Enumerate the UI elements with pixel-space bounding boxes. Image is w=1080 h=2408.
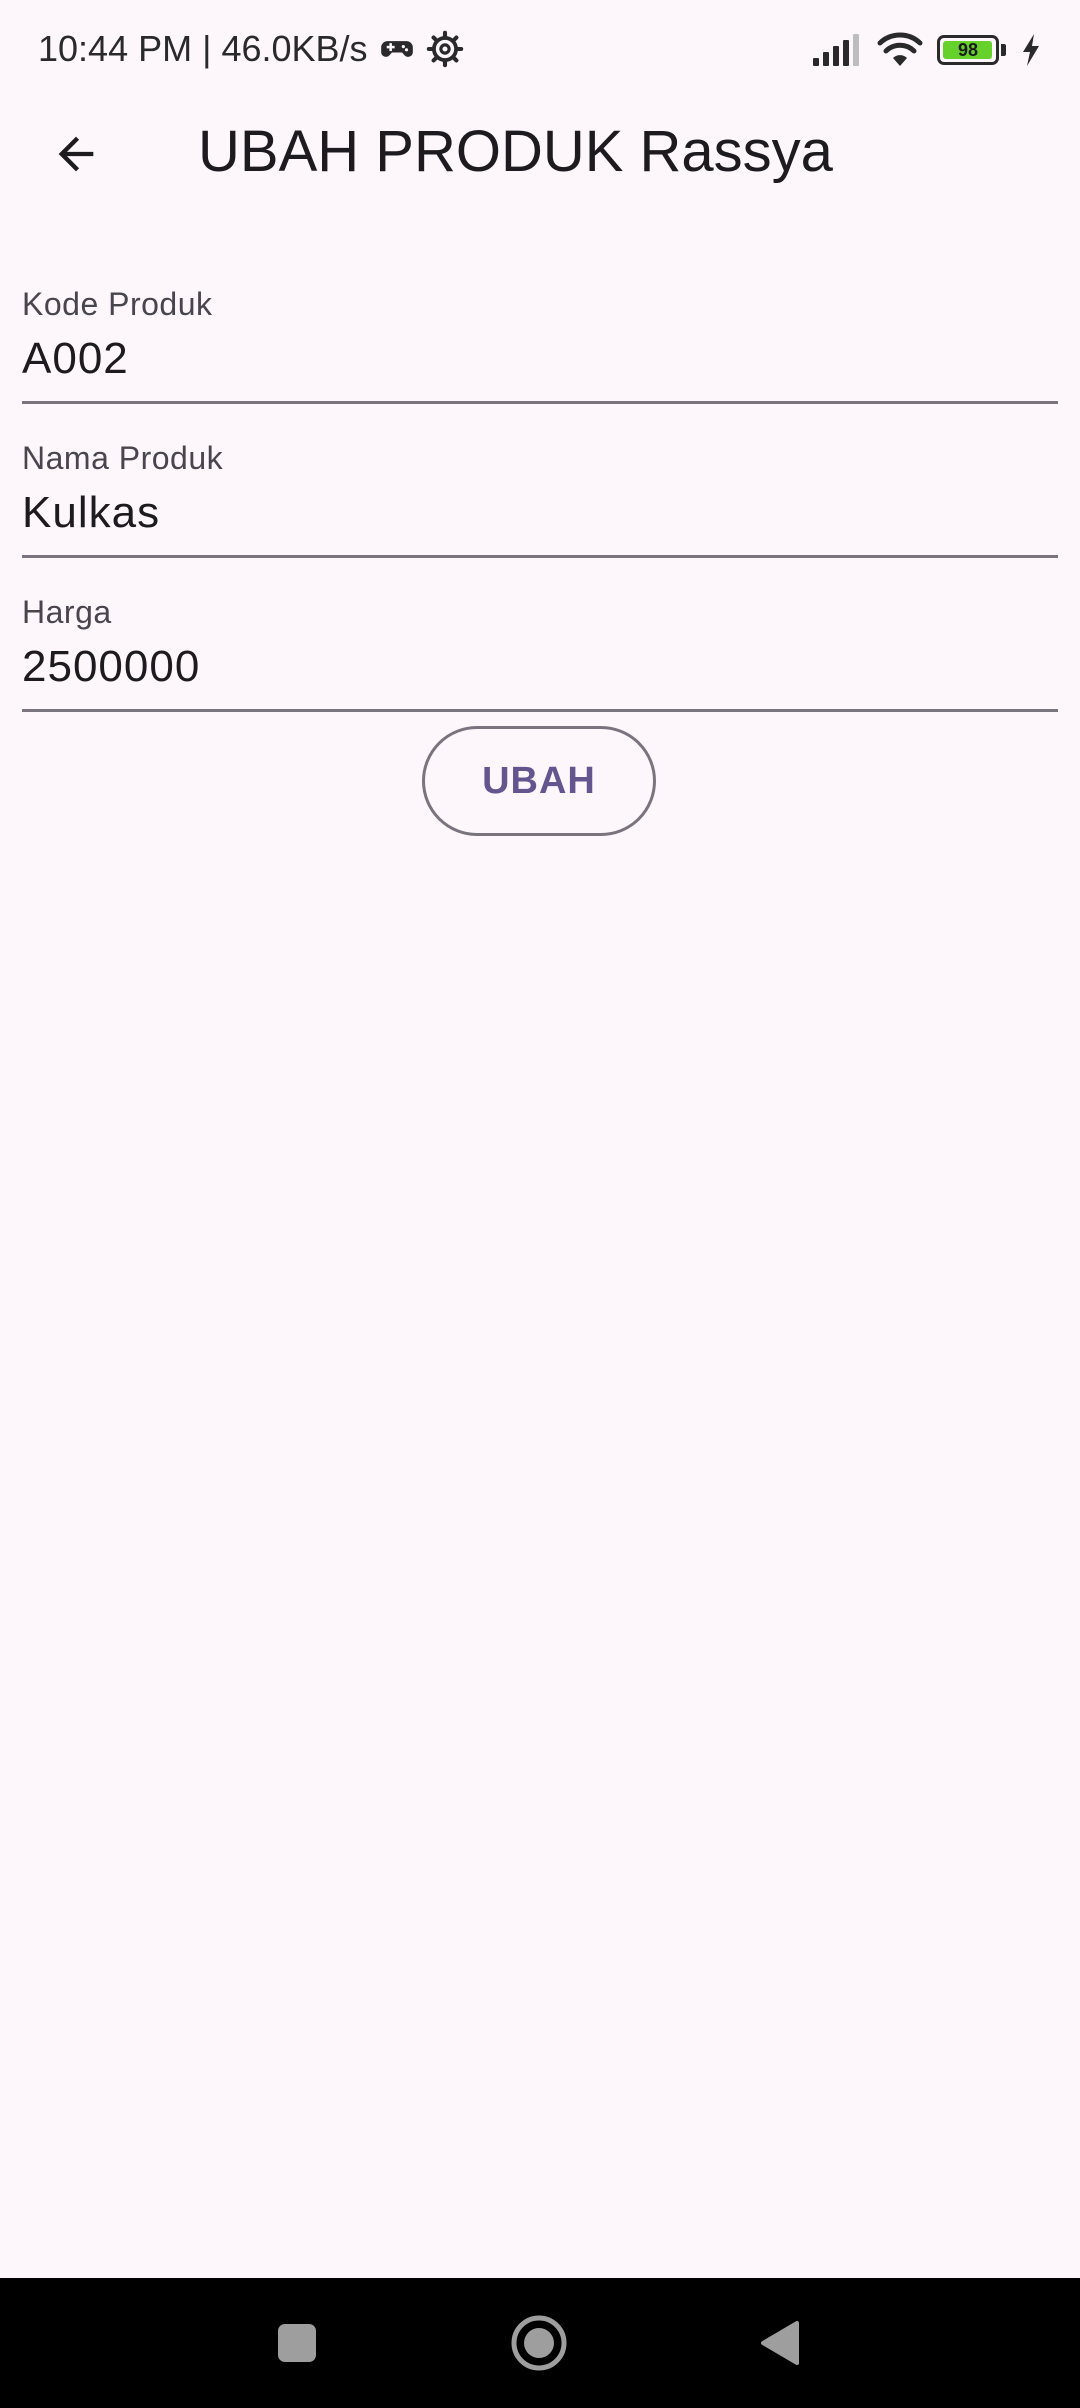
arrow-back-icon [58, 136, 94, 172]
home-button[interactable] [494, 2298, 584, 2388]
harga-value[interactable]: 2500000 [22, 642, 200, 692]
battery-icon: 98 [937, 35, 999, 65]
charging-icon [1023, 34, 1039, 66]
home-icon [511, 2315, 567, 2371]
harga-label: Harga [22, 594, 112, 630]
status-left: 10:44 PM | 46.0KB/s [38, 26, 464, 72]
nama-produk-label: Nama Produk [22, 440, 224, 476]
harga-field[interactable]: Harga 2500000 [22, 582, 1058, 712]
ubah-button-label: UBAH [482, 759, 596, 802]
status-right: 98 [811, 28, 1042, 72]
kode-produk-label: Kode Produk [22, 286, 213, 322]
kode-produk-value[interactable]: A002 [22, 334, 129, 384]
battery-tip [1001, 44, 1006, 56]
status-bar: 10:44 PM | 46.0KB/s 98 [0, 0, 1080, 100]
game-controller-icon [380, 41, 413, 57]
page-title: UBAH PRODUK Rassya [198, 119, 833, 184]
settings-icon [426, 30, 463, 68]
battery-level: 98 [957, 39, 979, 60]
system-nav-bar [0, 2278, 1080, 2408]
status-time-speed: 10:44 PM | 46.0KB/s [38, 28, 368, 69]
signal-icon [813, 34, 859, 66]
nama-produk-field[interactable]: Nama Produk Kulkas [22, 428, 1058, 558]
nav-back-button[interactable] [734, 2298, 824, 2388]
back-button[interactable] [36, 114, 116, 194]
back-icon [761, 2321, 799, 2365]
nama-produk-value[interactable]: Kulkas [22, 488, 160, 538]
recents-icon [278, 2324, 316, 2362]
kode-produk-field[interactable]: Kode Produk A002 [22, 274, 1058, 404]
recents-button[interactable] [252, 2298, 342, 2388]
wifi-icon [877, 32, 923, 66]
app-bar: UBAH PRODUK Rassya [0, 100, 1080, 204]
ubah-button[interactable]: UBAH [422, 726, 656, 836]
